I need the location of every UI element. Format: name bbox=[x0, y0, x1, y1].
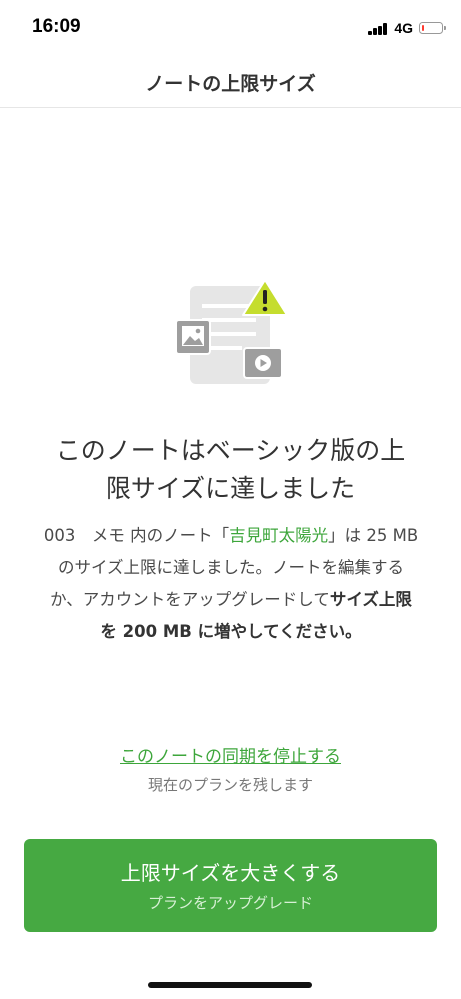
status-indicators: 4G bbox=[368, 20, 446, 36]
upgrade-button[interactable]: 上限サイズを大きくする プランをアップグレード bbox=[24, 839, 437, 932]
headline-line-2: 限サイズに達しました bbox=[105, 474, 356, 503]
note-document-icon bbox=[175, 279, 288, 384]
stop-sync-subtext: 現在のプランを残します bbox=[147, 776, 313, 794]
video-icon bbox=[243, 347, 283, 379]
network-type: 4G bbox=[394, 20, 413, 36]
page-title: ノートの上限サイズ bbox=[145, 73, 316, 95]
signal-icon bbox=[368, 22, 388, 35]
note-name: 吉見町太陽光 bbox=[229, 526, 329, 545]
status-bar: 16:09 4G bbox=[0, 0, 461, 56]
description-part-1: 003 メモ 内のノート「 bbox=[43, 526, 230, 545]
image-icon bbox=[175, 319, 211, 355]
stop-sync-link[interactable]: このノートの同期を停止する bbox=[0, 742, 461, 767]
nav-bar: ノートの上限サイズ bbox=[0, 56, 461, 108]
home-indicator[interactable] bbox=[148, 982, 312, 988]
limit-headline: このノートはベーシック版の上 限サイズに達しました bbox=[24, 432, 437, 508]
upgrade-button-label: 上限サイズを大きくする bbox=[120, 861, 341, 885]
upgrade-button-sublabel: プランをアップグレード bbox=[147, 894, 313, 912]
note-size-illustration bbox=[172, 278, 288, 388]
limit-description: 003 メモ 内のノート「吉見町太陽光」は 25 MB のサイズ上限に達しました… bbox=[42, 520, 420, 648]
status-time: 16:09 bbox=[32, 16, 81, 37]
battery-level bbox=[421, 24, 424, 31]
headline-line-1: このノートはベーシック版の上 bbox=[55, 436, 406, 465]
battery-icon bbox=[419, 22, 446, 34]
